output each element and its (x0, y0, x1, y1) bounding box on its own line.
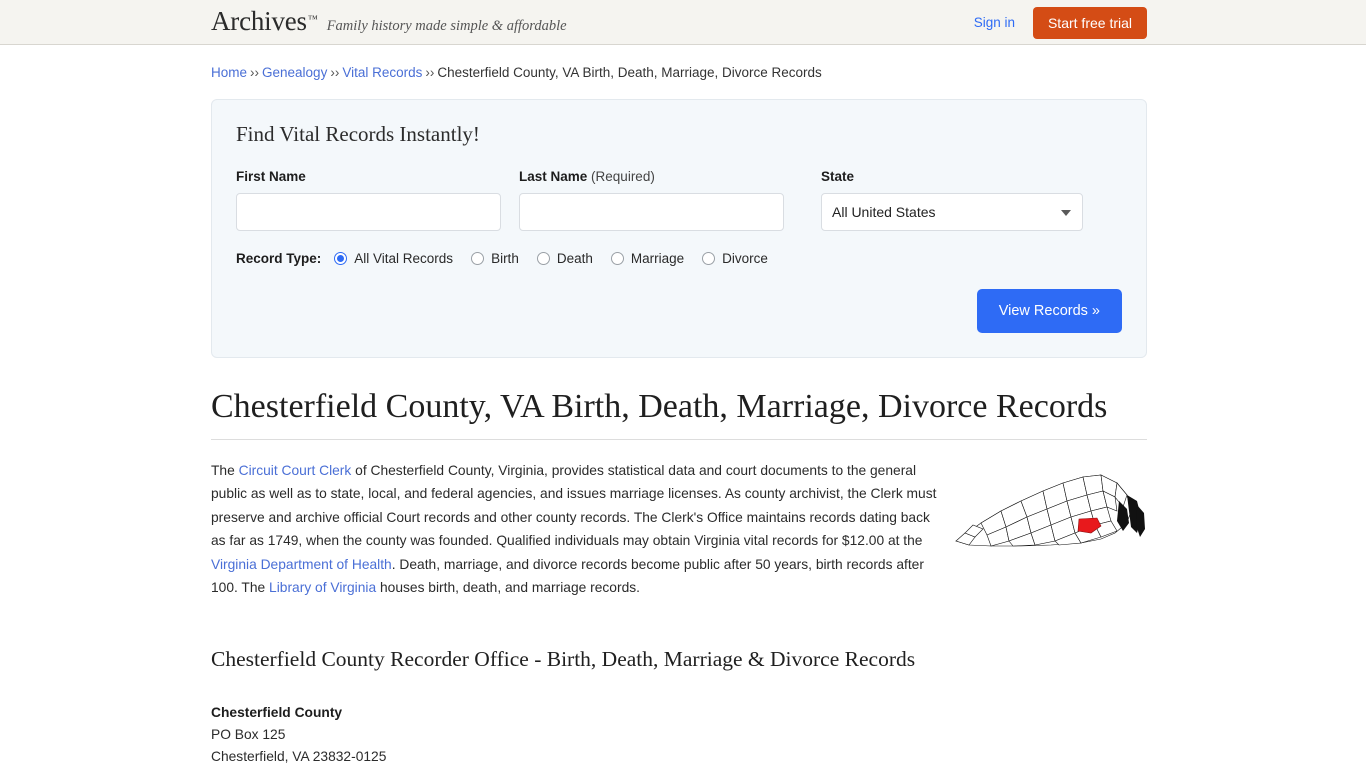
start-free-trial-button[interactable]: Start free trial (1032, 6, 1147, 39)
office-name: Chesterfield County (211, 704, 343, 720)
record-type-option-divorce-label: Divorce (722, 250, 768, 266)
breadcrumb-separator: ›› (330, 65, 340, 80)
intro-paragraph: The Circuit Court Clerk of Chesterfield … (211, 459, 1147, 600)
last-name-input[interactable] (519, 192, 784, 231)
library-of-virginia-link[interactable]: Library of Virginia (269, 580, 376, 595)
intro-text-4: houses birth, death, and marriage record… (376, 580, 640, 596)
state-label: State (821, 168, 855, 184)
record-type-option-marriage[interactable]: Marriage (610, 250, 685, 266)
state-select[interactable]: All United States (821, 192, 1083, 231)
breadcrumb-item-home[interactable]: Home (211, 65, 247, 80)
first-name-label: First Name (236, 168, 306, 184)
breadcrumb-item-genealogy[interactable]: Genealogy (262, 65, 327, 80)
content-column: Home ›› Genealogy ›› Vital Records ›› Chesterf… (211, 45, 1147, 768)
record-type-label: Record Type: (236, 250, 322, 266)
vital-records-search-panel: Find Vital Records Instantly! First Name… (211, 98, 1147, 358)
record-type-option-death[interactable]: Death (536, 250, 593, 266)
circuit-court-clerk-link[interactable]: Circuit Court Clerk (239, 463, 352, 478)
breadcrumb-separator: ›› (250, 65, 260, 80)
last-name-field-group: Last Name (Required) (519, 169, 784, 231)
breadcrumb-separator: ›› (425, 65, 435, 80)
site-header: Archives ™ Family history made simple & a… (0, 0, 1366, 45)
virginia-department-of-health-link[interactable]: Virginia Department of Health (211, 557, 392, 572)
trademark-icon: ™ (307, 14, 318, 25)
state-select-wrapper: All United States (821, 192, 1083, 231)
first-name-field-group: First Name (236, 169, 501, 231)
record-type-option-marriage-label: Marriage (630, 250, 685, 266)
record-type-row: Record Type: All Vital Records Birth Dea… (236, 251, 1122, 266)
record-type-option-birth-label: Birth (491, 250, 519, 266)
radio-icon-all[interactable] (334, 251, 348, 265)
search-fields-row: First Name Last Name (Required) State Al… (236, 169, 1122, 231)
radio-icon-divorce[interactable] (702, 251, 716, 265)
record-type-option-all[interactable]: All Vital Records (334, 251, 453, 266)
site-tagline: Family history made simple & affordable (326, 18, 567, 34)
view-records-button[interactable]: View Records » (976, 288, 1122, 333)
logo-wordmark: Archives (211, 6, 307, 36)
radio-icon-birth[interactable] (471, 251, 485, 265)
state-field-group: State All United States (821, 169, 1083, 231)
office-address-line-1: PO Box 125 (211, 726, 286, 742)
intro-text-1: The (211, 462, 239, 478)
breadcrumb-item-current: Chesterfield County, VA Birth, Death, Ma… (437, 65, 822, 80)
radio-icon-death[interactable] (536, 251, 550, 265)
breadcrumb-item-vital-records[interactable]: Vital Records (342, 65, 422, 80)
office-address-line-2: Chesterfield, VA 23832-0125 (211, 748, 387, 764)
recorder-office-heading: Chesterfield County Recorder Office - Bi… (211, 646, 916, 671)
first-name-input[interactable] (236, 192, 501, 231)
sign-in-link[interactable]: Sign in (974, 15, 1015, 30)
virginia-county-map (955, 474, 1145, 547)
header-actions: Sign in Start free trial (974, 0, 1147, 45)
record-type-option-divorce[interactable]: Divorce (702, 251, 768, 266)
submit-row: View Records » (236, 288, 1122, 333)
breadcrumb: Home ›› Genealogy ›› Vital Records ›› Chesterf… (211, 45, 1147, 82)
recorder-office-details: Chesterfield County PO Box 125 Chesterfi… (211, 702, 1147, 768)
state-selected-value: All United States (832, 203, 936, 220)
record-type-option-birth[interactable]: Birth (471, 251, 519, 266)
last-name-label-text: Last Name (519, 168, 588, 184)
record-type-option-all-label: All Vital Records (354, 250, 454, 266)
site-logo[interactable]: Archives ™ Family history made simple & a… (211, 8, 567, 35)
header-inner: Archives ™ Family history made simple & a… (0, 0, 1366, 45)
page-title: Chesterfield County, VA Birth, Death, Ma… (211, 387, 1147, 440)
last-name-label: Last Name (Required) (519, 169, 784, 184)
last-name-required-note: (Required) (591, 168, 655, 184)
search-panel-title: Find Vital Records Instantly! (236, 121, 480, 146)
radio-icon-marriage[interactable] (610, 251, 624, 265)
record-type-option-death-label: Death (556, 250, 593, 266)
page-container: Home ›› Genealogy ›› Vital Records ›› Chesterf… (0, 45, 1366, 768)
